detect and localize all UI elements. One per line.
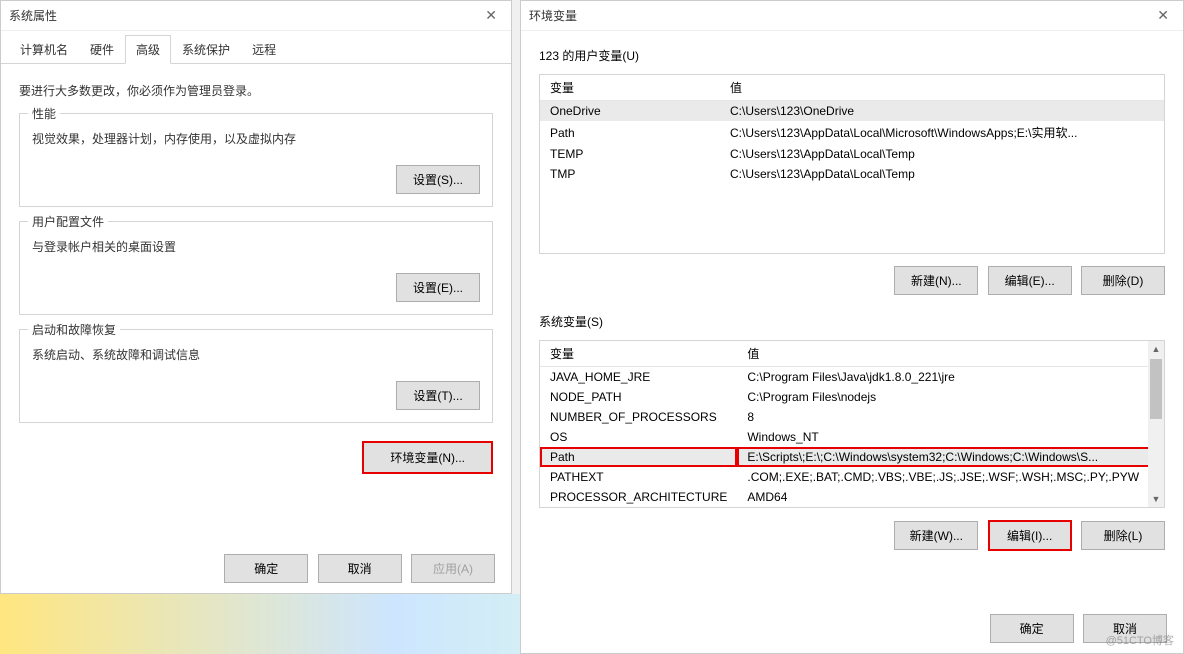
var-name: PATHEXT [540,467,737,487]
sys-vars-label: 系统变量(S) [539,313,1165,330]
titlebar: 系统属性 ✕ [1,1,511,31]
var-value: C:\Program Files\nodejs [737,387,1164,407]
sys-vars-buttons: 新建(W)... 编辑(I)... 删除(L) [539,520,1165,551]
var-value: C:\Users\123\AppData\Local\Temp [720,164,1164,184]
tab-computer-name[interactable]: 计算机名 [9,35,79,63]
tab-advanced[interactable]: 高级 [125,35,171,64]
tab-remote[interactable]: 远程 [241,35,287,63]
env-variables-window: 环境变量 ✕ 123 的用户变量(U) 变量 值 OneDriveC:\User… [520,0,1184,654]
var-name: OneDrive [540,101,720,122]
group-desc: 与登录帐户相关的桌面设置 [32,238,480,255]
dialog-body: 要进行大多数更改，你必须作为管理员登录。 性能 视觉效果，处理器计划，内存使用，… [1,64,511,500]
var-value: AMD64 [737,487,1164,507]
table-row[interactable]: PathE:\Scripts\;E:\;C:\Windows\system32;… [540,447,1164,467]
user-delete-button[interactable]: 删除(D) [1081,266,1165,295]
var-value: C:\Users\123\AppData\Local\Microsoft\Win… [720,121,1164,144]
sys-edit-button[interactable]: 编辑(I)... [988,520,1072,551]
var-value: E:\Scripts\;E:\;C:\Windows\system32;C:\W… [737,447,1164,467]
admin-note: 要进行大多数更改，你必须作为管理员登录。 [19,82,493,99]
col-variable[interactable]: 变量 [540,341,737,367]
tabbar: 计算机名 硬件 高级 系统保护 远程 [1,31,511,64]
group-legend: 启动和故障恢复 [28,321,120,338]
group-legend: 性能 [28,105,60,122]
startup-group: 启动和故障恢复 系统启动、系统故障和调试信息 设置(T)... [19,329,493,423]
col-variable[interactable]: 变量 [540,75,720,101]
user-profile-group: 用户配置文件 与登录帐户相关的桌面设置 设置(E)... [19,221,493,315]
user-vars-table[interactable]: 变量 值 OneDriveC:\Users\123\OneDrivePathC:… [539,74,1165,254]
close-icon[interactable]: ✕ [479,7,503,24]
ok-button[interactable]: 确定 [224,554,308,583]
user-vars-section: 123 的用户变量(U) 变量 值 OneDriveC:\Users\123\O… [521,31,1183,579]
var-value: 8 [737,407,1164,427]
perf-settings-button[interactable]: 设置(S)... [396,165,480,194]
profile-settings-button[interactable]: 设置(E)... [396,273,480,302]
var-value: C:\Users\123\OneDrive [720,101,1164,122]
window-title: 系统属性 [9,7,57,24]
var-name: OS [540,427,737,447]
table-row[interactable]: JAVA_HOME_JREC:\Program Files\Java\jdk1.… [540,367,1164,388]
table-row[interactable]: TMPC:\Users\123\AppData\Local\Temp [540,164,1164,184]
user-vars-buttons: 新建(N)... 编辑(E)... 删除(D) [539,266,1165,295]
table-row[interactable]: PROCESSOR_ARCHITECTUREAMD64 [540,487,1164,507]
var-name: JAVA_HOME_JRE [540,367,737,388]
sys-vars-table[interactable]: 变量 值 JAVA_HOME_JREC:\Program Files\Java\… [539,340,1165,508]
table-row[interactable]: PathC:\Users\123\AppData\Local\Microsoft… [540,121,1164,144]
var-name: NUMBER_OF_PROCESSORS [540,407,737,427]
var-value: Windows_NT [737,427,1164,447]
sys-delete-button[interactable]: 删除(L) [1081,521,1165,550]
table-row[interactable]: OSWindows_NT [540,427,1164,447]
scroll-thumb[interactable] [1150,359,1162,419]
close-icon[interactable]: ✕ [1151,7,1175,24]
startup-settings-button[interactable]: 设置(T)... [396,381,480,410]
var-name: TEMP [540,144,720,164]
group-desc: 系统启动、系统故障和调试信息 [32,346,480,363]
performance-group: 性能 视觉效果，处理器计划，内存使用，以及虚拟内存 设置(S)... [19,113,493,207]
ok-button[interactable]: 确定 [990,614,1074,643]
titlebar: 环境变量 ✕ [521,1,1183,31]
scroll-up-icon[interactable]: ▲ [1148,341,1164,357]
var-name: NODE_PATH [540,387,737,407]
table-row[interactable]: TEMPC:\Users\123\AppData\Local\Temp [540,144,1164,164]
scroll-down-icon[interactable]: ▼ [1148,491,1164,507]
col-value[interactable]: 值 [737,341,1164,367]
table-row[interactable]: NODE_PATHC:\Program Files\nodejs [540,387,1164,407]
scrollbar[interactable]: ▲ ▼ [1148,341,1164,507]
var-name: Path [540,447,737,467]
group-legend: 用户配置文件 [28,213,108,230]
sys-new-button[interactable]: 新建(W)... [894,521,978,550]
user-vars-label: 123 的用户变量(U) [539,47,1165,64]
var-name: TMP [540,164,720,184]
table-row[interactable]: PATHEXT.COM;.EXE;.BAT;.CMD;.VBS;.VBE;.JS… [540,467,1164,487]
apply-button: 应用(A) [411,554,495,583]
var-name: PROCESSOR_ARCHITECTURE [540,487,737,507]
window-title: 环境变量 [529,7,577,24]
table-row[interactable]: NUMBER_OF_PROCESSORS8 [540,407,1164,427]
var-value: .COM;.EXE;.BAT;.CMD;.VBS;.VBE;.JS;.JSE;.… [737,467,1164,487]
user-new-button[interactable]: 新建(N)... [894,266,978,295]
system-properties-window: 系统属性 ✕ 计算机名 硬件 高级 系统保护 远程 要进行大多数更改，你必须作为… [0,0,512,594]
var-value: C:\Program Files\Java\jdk1.8.0_221\jre [737,367,1164,388]
col-value[interactable]: 值 [720,75,1164,101]
user-edit-button[interactable]: 编辑(E)... [988,266,1072,295]
tab-hardware[interactable]: 硬件 [79,35,125,63]
env-variables-button[interactable]: 环境变量(N)... [362,441,493,474]
group-desc: 视觉效果，处理器计划，内存使用，以及虚拟内存 [32,130,480,147]
watermark: @51CTO博客 [1106,632,1174,648]
cancel-button[interactable]: 取消 [318,554,402,583]
var-value: C:\Users\123\AppData\Local\Temp [720,144,1164,164]
dialog-button-row: 确定 取消 应用(A) [218,554,495,583]
tab-protection[interactable]: 系统保护 [171,35,241,63]
table-row[interactable]: OneDriveC:\Users\123\OneDrive [540,101,1164,122]
var-name: Path [540,121,720,144]
